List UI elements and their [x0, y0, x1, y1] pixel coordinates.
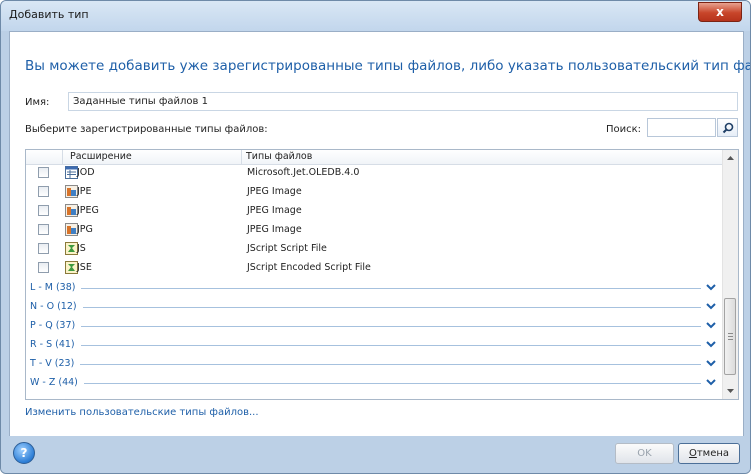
group-header[interactable]: W - Z (44)	[26, 374, 723, 393]
group-divider	[34, 288, 701, 289]
group-header[interactable]: R - S (41)	[26, 336, 723, 355]
select-types-label: Выберите зарегистрированные типы файлов:	[25, 124, 268, 135]
row-file-type: JScript Encoded Script File	[247, 262, 371, 273]
name-input[interactable]	[68, 92, 738, 111]
chevron-down-icon[interactable]	[705, 281, 717, 293]
column-divider[interactable]	[241, 150, 242, 164]
group-label: T - V (23)	[30, 358, 81, 369]
row-checkbox[interactable]	[38, 243, 49, 254]
row-file-type: JScript Script File	[247, 243, 327, 254]
row-file-type: Microsoft.Jet.OLEDB.4.0	[247, 167, 360, 178]
close-icon: x	[716, 5, 724, 19]
scroll-down-arrow-icon[interactable]	[723, 383, 738, 399]
row-extension: JOD	[77, 167, 95, 178]
close-button[interactable]: x	[698, 2, 742, 22]
row-checkbox[interactable]	[38, 186, 49, 197]
table-row[interactable]: JOD Microsoft.Jet.OLEDB.4.0	[26, 164, 723, 183]
chevron-down-icon[interactable]	[705, 338, 717, 350]
group-divider	[34, 326, 701, 327]
row-file-type: JPEG Image	[247, 186, 302, 197]
row-checkbox[interactable]	[38, 262, 49, 273]
group-label: L - M (38)	[30, 282, 82, 293]
table-row[interactable]: JSE JScript Encoded Script File	[26, 259, 723, 278]
row-checkbox[interactable]	[38, 167, 49, 178]
row-extension: JPG	[77, 224, 93, 235]
cancel-button-label: тмена	[696, 448, 730, 459]
title-bar[interactable]: Добавить тип x	[1, 1, 750, 31]
column-header-extension[interactable]: Расширение	[70, 151, 132, 162]
column-divider	[62, 150, 63, 164]
group-divider	[34, 307, 701, 308]
thumb-grip-line	[728, 339, 733, 340]
cancel-button[interactable]: Отмена	[678, 443, 740, 464]
thumb-grip-line	[728, 336, 733, 337]
scrollbar-thumb[interactable]	[724, 298, 736, 375]
row-file-type: JPEG Image	[247, 205, 302, 216]
chevron-down-icon[interactable]	[705, 376, 717, 388]
scroll-up-arrow-icon[interactable]	[723, 150, 738, 166]
file-types-list: Расширение Типы файлов JOD Microsoft.Jet…	[25, 149, 739, 400]
help-button[interactable]: ?	[13, 442, 35, 464]
help-icon: ?	[20, 446, 28, 460]
row-checkbox[interactable]	[38, 205, 49, 216]
chevron-down-icon[interactable]	[705, 357, 717, 369]
chevron-down-icon[interactable]	[705, 300, 717, 312]
row-extension: JPEG	[77, 205, 99, 216]
dialog-footer: ? OK Отмена	[1, 436, 750, 473]
dialog-window: Добавить тип x Вы можете добавить уже за…	[0, 0, 751, 474]
table-row[interactable]: JPE JPEG Image	[26, 183, 723, 202]
search-button[interactable]	[717, 118, 738, 137]
window-title: Добавить тип	[9, 8, 89, 21]
row-checkbox[interactable]	[38, 224, 49, 235]
search-input[interactable]	[647, 118, 716, 137]
ok-button[interactable]: OK	[615, 443, 674, 464]
group-label: P - Q (37)	[30, 320, 82, 331]
name-label: Имя:	[25, 97, 50, 108]
cancel-accelerator: О	[688, 448, 697, 459]
page-title: Вы можете добавить уже зарегистрированны…	[25, 58, 751, 74]
chevron-down-icon[interactable]	[705, 319, 717, 331]
row-extension: JSE	[77, 262, 92, 273]
group-header[interactable]: P - Q (37)	[26, 317, 723, 336]
row-file-type: JPEG Image	[247, 224, 302, 235]
search-label: Поиск:	[606, 124, 642, 135]
group-label: N - O (12)	[30, 301, 83, 312]
group-label: R - S (41)	[30, 339, 81, 350]
search-icon	[722, 122, 733, 133]
group-divider	[34, 345, 701, 346]
group-divider	[34, 383, 701, 384]
row-extension: JPE	[77, 186, 92, 197]
group-divider	[34, 364, 701, 365]
group-header[interactable]: L - M (38)	[26, 279, 723, 298]
list-header: Расширение Типы файлов	[26, 150, 723, 165]
thumb-grip-line	[728, 333, 733, 334]
vertical-scrollbar[interactable]	[722, 150, 738, 399]
table-row[interactable]: JPEG JPEG Image	[26, 202, 723, 221]
group-header[interactable]: T - V (23)	[26, 355, 723, 374]
table-row[interactable]: JPG JPEG Image	[26, 221, 723, 240]
table-row[interactable]: JS JScript Script File	[26, 240, 723, 259]
ok-button-label: OK	[637, 448, 652, 459]
row-extension: JS	[77, 243, 86, 254]
group-label: W - Z (44)	[30, 377, 84, 388]
dialog-content: Вы можете добавить уже зарегистрированны…	[9, 31, 750, 437]
column-header-file-type[interactable]: Типы файлов	[246, 151, 312, 162]
edit-custom-types-link[interactable]: Изменить пользовательские типы файлов...	[25, 407, 259, 418]
group-header[interactable]: N - O (12)	[26, 298, 723, 317]
